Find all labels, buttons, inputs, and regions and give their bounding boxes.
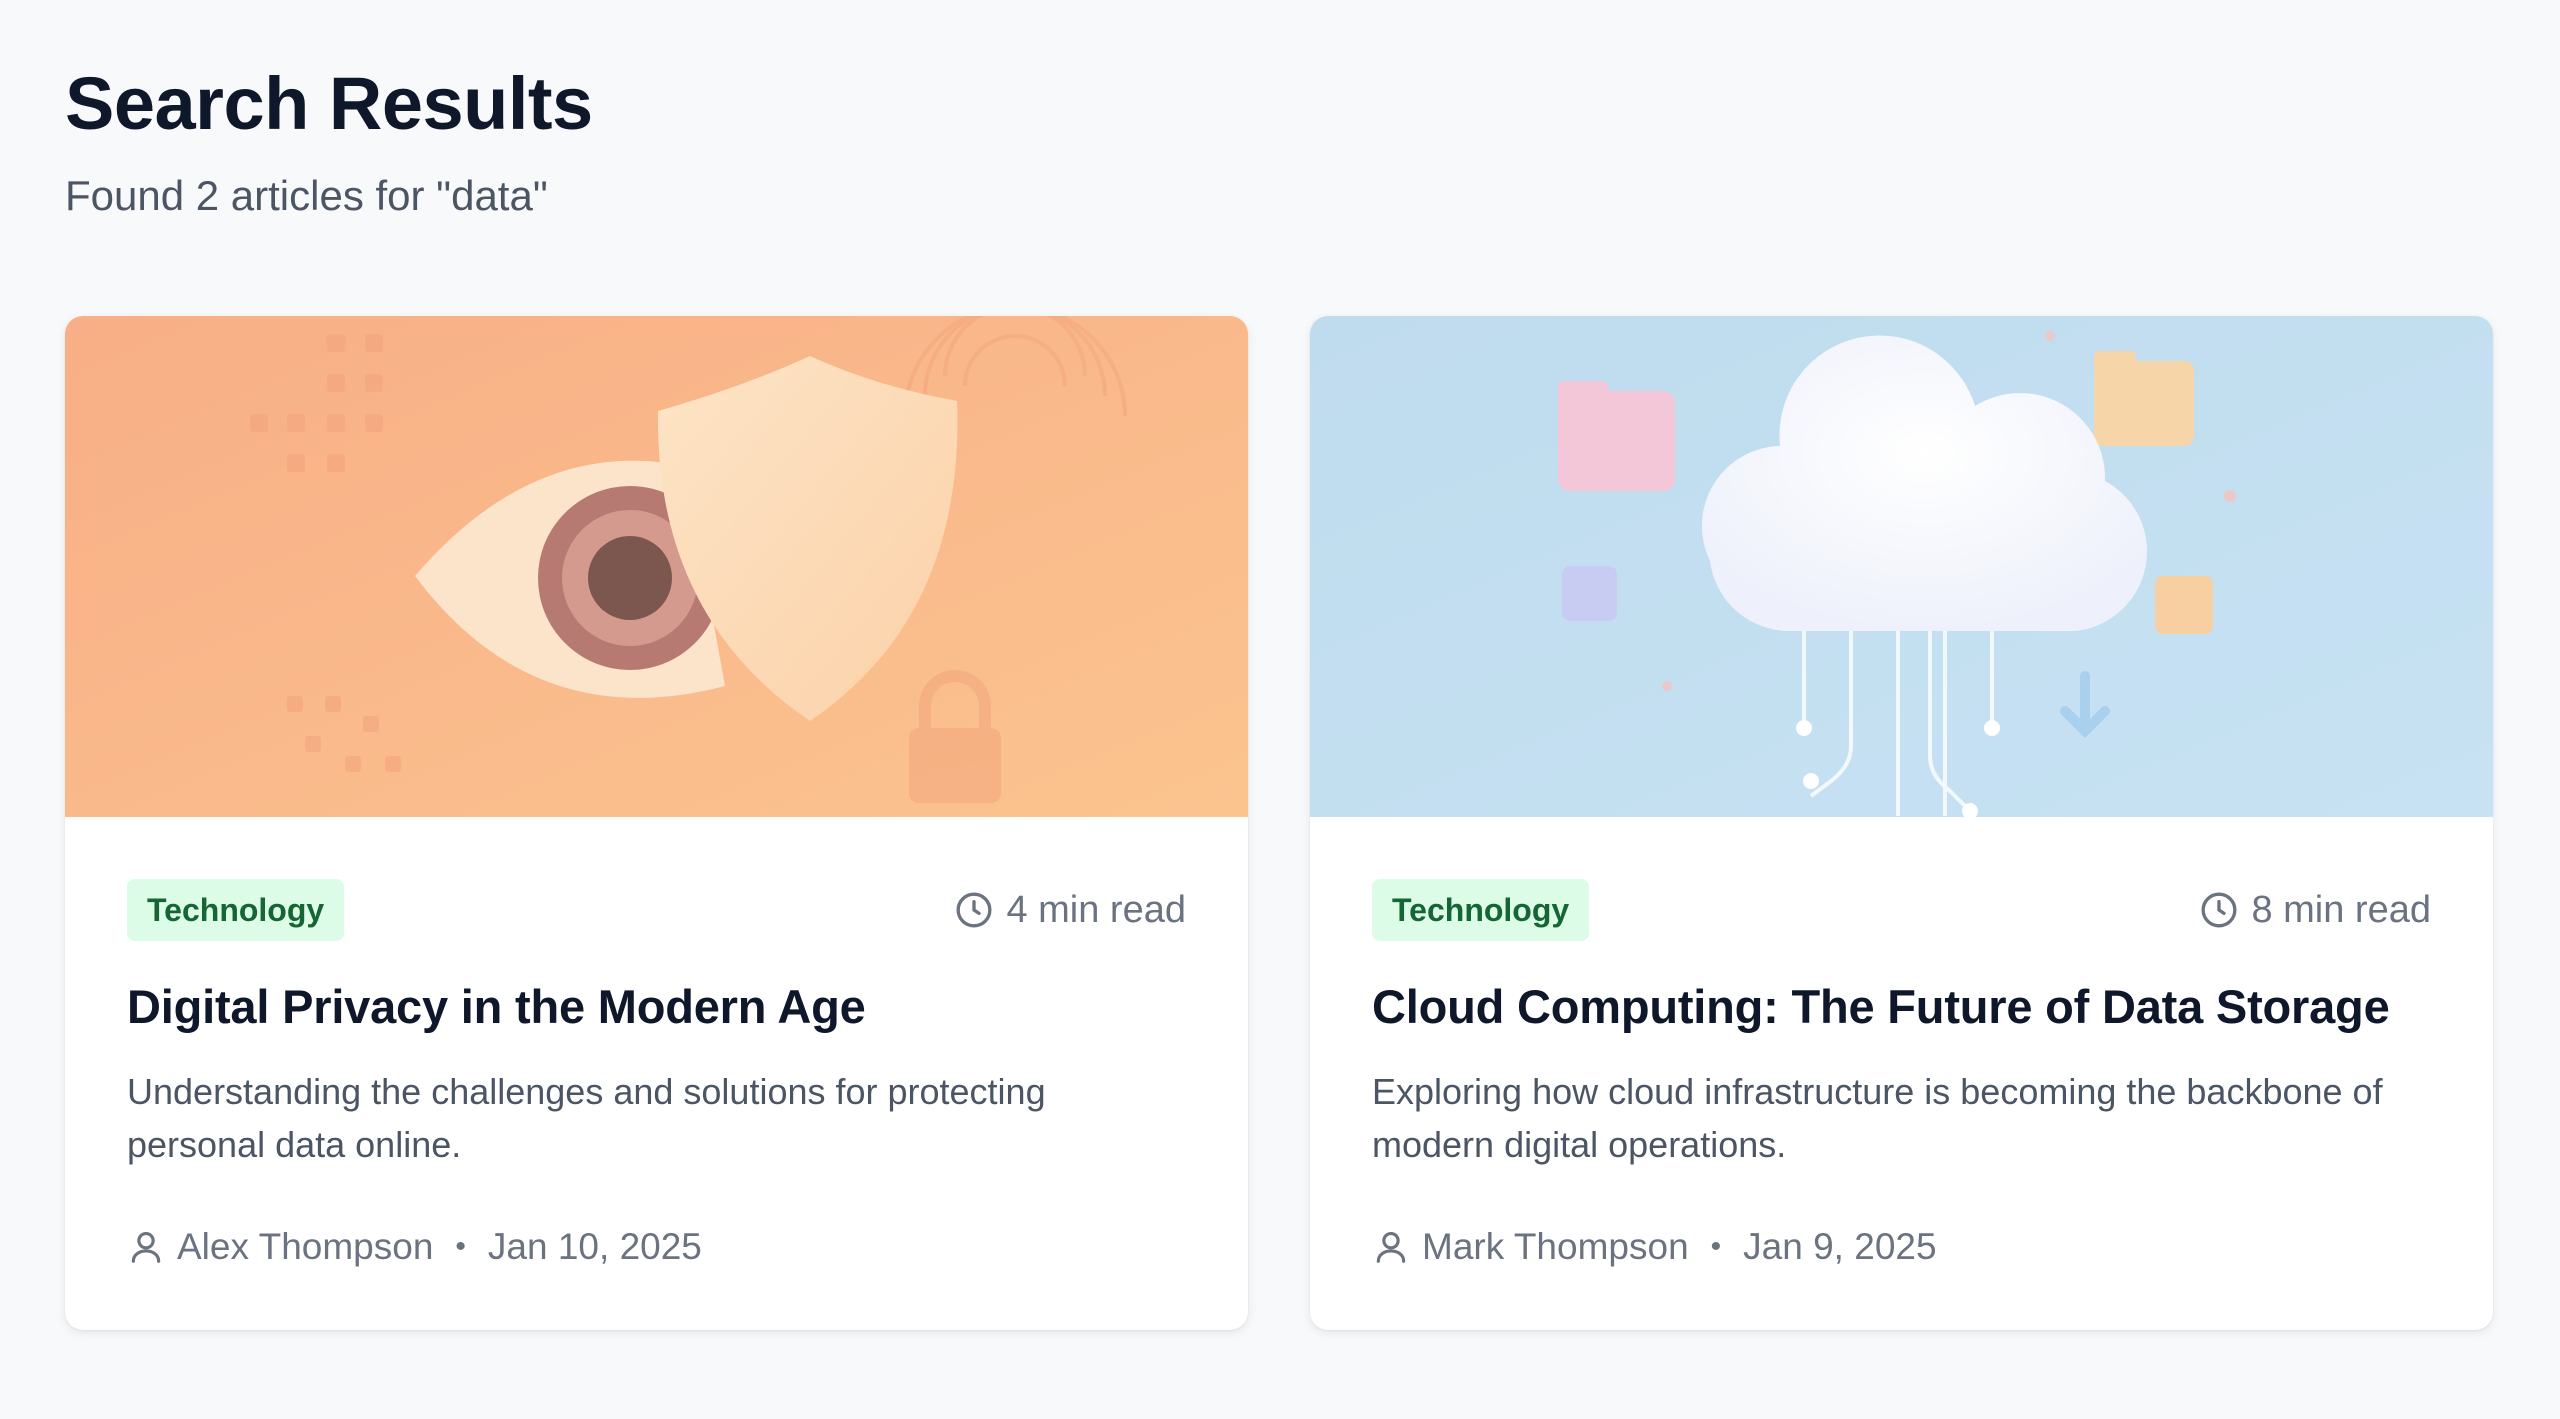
user-icon (1376, 1231, 1406, 1263)
clock-icon (956, 892, 992, 928)
article-card[interactable]: Technology 4 min read Digital Privacy in… (65, 316, 1248, 1330)
results-count: Found 2 articles for "data" (65, 172, 548, 219)
read-time-label: 8 min read (2251, 888, 2431, 931)
search-results-page: Search Results Found 2 articles for "dat… (0, 0, 2560, 1419)
author-name: Alex Thompson (177, 1226, 434, 1267)
article-byline: Mark Thompson • Jan 9, 2025 (1372, 1226, 1937, 1268)
article-title[interactable]: Cloud Computing: The Future of Data Stor… (1372, 977, 2431, 1037)
article-thumbnail-cloud[interactable] (1310, 316, 2493, 817)
user-icon (131, 1231, 161, 1263)
article-title[interactable]: Digital Privacy in the Modern Age (127, 977, 1186, 1037)
page-title: Search Results (65, 62, 593, 145)
article-byline: Alex Thompson • Jan 10, 2025 (127, 1226, 702, 1268)
article-meta-row: Technology 4 min read (127, 879, 1186, 941)
publish-date: Jan 9, 2025 (1743, 1226, 1937, 1267)
results-grid: Technology 4 min read Digital Privacy in… (65, 316, 2493, 1330)
article-meta-row: Technology 8 min read (1372, 879, 2431, 941)
read-time: 4 min read (954, 889, 1186, 932)
article-card[interactable]: Technology 8 min read Cloud Computing: T… (1310, 316, 2493, 1330)
article-card-body: Technology 4 min read Digital Privacy in… (65, 817, 1248, 1330)
byline-separator: • (1710, 1230, 1722, 1263)
category-badge[interactable]: Technology (1372, 879, 1590, 941)
read-time: 8 min read (2199, 889, 2431, 932)
publish-date: Jan 10, 2025 (487, 1226, 702, 1267)
clock-icon (2201, 892, 2237, 928)
byline-separator: • (455, 1230, 466, 1263)
read-time-label: 4 min read (1006, 888, 1186, 931)
author-name: Mark Thompson (1422, 1226, 1689, 1267)
article-description: Understanding the challenges and solutio… (127, 1071, 1046, 1165)
category-badge[interactable]: Technology (127, 879, 345, 941)
article-thumbnail-privacy[interactable] (65, 316, 1248, 817)
article-description: Exploring how cloud infrastructure is be… (1372, 1071, 2383, 1165)
article-card-body: Technology 8 min read Cloud Computing: T… (1310, 817, 2493, 1330)
